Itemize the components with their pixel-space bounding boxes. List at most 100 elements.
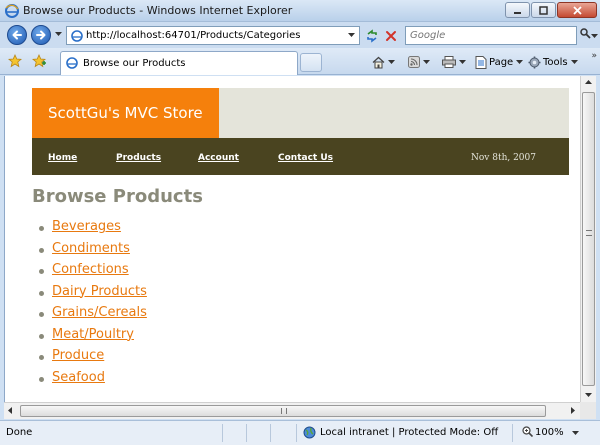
ie-icon bbox=[5, 4, 19, 18]
tab-label: Browse our Products bbox=[83, 58, 186, 69]
history-dropdown-icon[interactable] bbox=[55, 32, 62, 37]
category-link-condiments[interactable]: Condiments bbox=[52, 241, 130, 256]
ie-page-icon bbox=[71, 30, 83, 42]
security-zone[interactable]: Local intranet | Protected Mode: Off bbox=[320, 427, 498, 438]
tools-menu-button[interactable]: Tools bbox=[528, 53, 578, 71]
status-separator bbox=[246, 424, 247, 442]
list-item: Seafood bbox=[37, 370, 147, 392]
category-link-seafood[interactable]: Seafood bbox=[52, 370, 105, 385]
intranet-globe-icon[interactable] bbox=[303, 426, 316, 439]
minimize-button[interactable] bbox=[505, 2, 530, 18]
status-separator bbox=[270, 424, 271, 442]
nav-link-account[interactable]: Account bbox=[198, 153, 239, 163]
scroll-up-arrow-icon[interactable] bbox=[585, 80, 592, 85]
chevron-down-icon[interactable] bbox=[572, 431, 579, 436]
stop-icon bbox=[385, 30, 396, 41]
site-header: ScottGu's MVC Store bbox=[32, 88, 569, 138]
print-button[interactable] bbox=[442, 53, 466, 71]
horizontal-scrollbar[interactable] bbox=[4, 402, 580, 419]
scroll-grip bbox=[586, 230, 592, 236]
forward-arrow-icon bbox=[36, 30, 46, 40]
back-arrow-icon bbox=[12, 30, 22, 40]
status-separator bbox=[296, 424, 297, 442]
home-button[interactable] bbox=[372, 53, 395, 71]
bullet bbox=[39, 355, 44, 360]
add-favorite-icon[interactable] bbox=[32, 54, 46, 68]
close-icon bbox=[572, 5, 582, 15]
category-list: Beverages Condiments Confections Dairy P… bbox=[37, 219, 147, 391]
scroll-left-arrow-icon[interactable] bbox=[8, 407, 13, 414]
scroll-grip bbox=[281, 408, 287, 414]
status-separator bbox=[512, 424, 513, 442]
scrollbar-corner bbox=[580, 402, 596, 419]
nav-link-products[interactable]: Products bbox=[116, 153, 161, 163]
page-menu-button[interactable]: Page bbox=[475, 53, 524, 71]
home-icon bbox=[372, 56, 385, 68]
favorites-star-icon[interactable] bbox=[8, 54, 22, 68]
chevron-down-icon[interactable] bbox=[348, 33, 355, 38]
search-box[interactable] bbox=[405, 26, 577, 45]
back-button[interactable] bbox=[7, 25, 27, 45]
status-text: Done bbox=[6, 427, 33, 438]
horizontal-scroll-thumb[interactable] bbox=[20, 405, 546, 417]
vertical-scroll-thumb[interactable] bbox=[582, 92, 595, 386]
refresh-icon bbox=[366, 28, 377, 43]
category-link-beverages[interactable]: Beverages bbox=[52, 219, 121, 234]
address-input[interactable] bbox=[86, 28, 341, 43]
site-logo: ScottGu's MVC Store bbox=[32, 88, 219, 138]
category-link-meat-poultry[interactable]: Meat/Poultry bbox=[52, 327, 134, 342]
title-bar: Browse our Products - Windows Internet E… bbox=[0, 0, 600, 22]
toolbar-overflow-chevron-icon[interactable]: » bbox=[591, 51, 597, 61]
list-item: Grains/Cereals bbox=[37, 305, 147, 327]
address-bar[interactable] bbox=[66, 26, 360, 45]
chevron-down-icon bbox=[388, 59, 395, 64]
maximize-button[interactable] bbox=[531, 2, 556, 18]
bullet bbox=[39, 269, 44, 274]
vertical-scrollbar[interactable] bbox=[580, 76, 596, 402]
zoom-level[interactable]: 100% bbox=[535, 427, 564, 438]
scroll-down-arrow-icon[interactable] bbox=[585, 393, 592, 398]
chevron-down-icon bbox=[516, 59, 524, 64]
page-title: Browse Products bbox=[32, 186, 203, 207]
chevron-down-icon bbox=[570, 59, 578, 64]
print-icon bbox=[442, 56, 456, 68]
site-logo-text: ScottGu's MVC Store bbox=[48, 104, 203, 122]
browser-viewport: ScottGu's MVC Store Home Products Accoun… bbox=[4, 76, 580, 402]
chevron-down-icon bbox=[459, 59, 466, 64]
tab-bar: Browse our Products Page Tools » bbox=[0, 48, 600, 75]
refresh-button[interactable] bbox=[362, 26, 381, 45]
minimize-icon bbox=[514, 11, 521, 14]
search-input[interactable] bbox=[410, 28, 570, 43]
tools-menu-label: Tools bbox=[543, 56, 568, 68]
zoom-icon[interactable] bbox=[522, 426, 533, 437]
stop-button[interactable] bbox=[381, 26, 400, 45]
page-icon bbox=[475, 55, 487, 69]
close-button[interactable] bbox=[557, 2, 597, 18]
bullet bbox=[39, 290, 44, 296]
scroll-right-arrow-icon[interactable] bbox=[571, 407, 576, 414]
nav-link-contact-us[interactable]: Contact Us bbox=[278, 153, 333, 163]
rss-feed-icon bbox=[408, 56, 420, 68]
bullet bbox=[39, 333, 44, 339]
chevron-down-icon bbox=[423, 59, 430, 64]
list-item: Confections bbox=[37, 262, 147, 284]
new-tab-button[interactable] bbox=[300, 53, 322, 72]
category-link-produce[interactable]: Produce bbox=[52, 348, 104, 363]
feeds-button[interactable] bbox=[408, 53, 430, 71]
bullet bbox=[39, 247, 44, 253]
nav-link-home[interactable]: Home bbox=[48, 153, 77, 163]
category-link-confections[interactable]: Confections bbox=[52, 262, 129, 277]
page-menu-label: Page bbox=[489, 56, 514, 68]
category-link-dairy-products[interactable]: Dairy Products bbox=[52, 284, 147, 299]
status-separator bbox=[222, 424, 223, 442]
tab-browse-products[interactable]: Browse our Products bbox=[60, 51, 298, 75]
search-icon[interactable] bbox=[580, 28, 591, 39]
site-navigation: Home Products Account Contact Us Nov 8th… bbox=[32, 138, 569, 175]
category-link-grains-cereals[interactable]: Grains/Cereals bbox=[52, 305, 147, 320]
bullet bbox=[39, 312, 44, 317]
list-item: Dairy Products bbox=[37, 284, 147, 306]
forward-button[interactable] bbox=[31, 25, 51, 45]
search-options-chevron-icon[interactable] bbox=[591, 34, 598, 39]
ie-page-icon bbox=[66, 57, 78, 69]
window-title: Browse our Products - Windows Internet E… bbox=[23, 4, 293, 17]
